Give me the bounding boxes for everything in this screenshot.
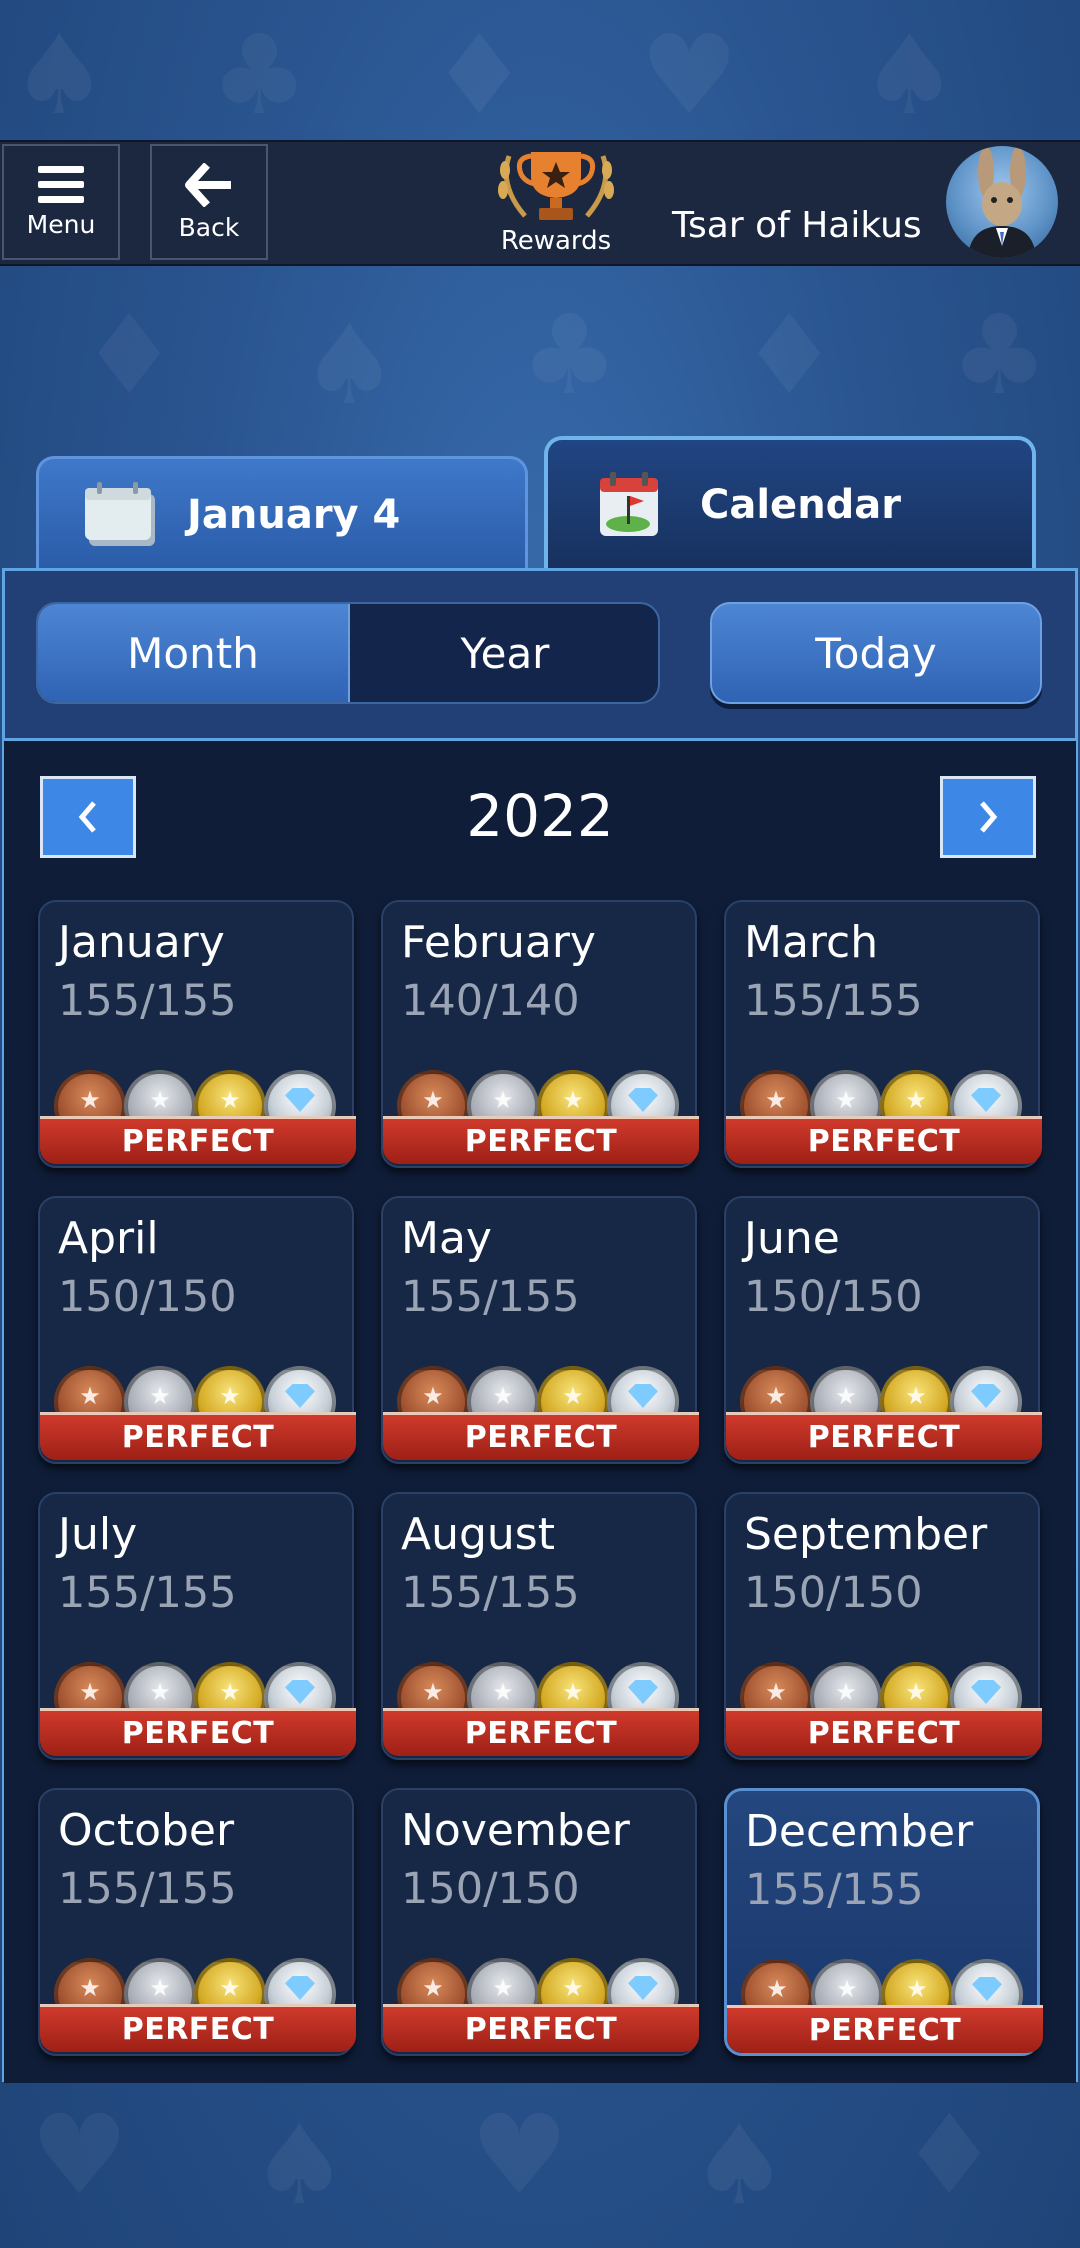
month-progress: 150/150	[744, 1568, 923, 1618]
rabbit-avatar-icon	[968, 146, 1036, 258]
perfect-ribbon: PERFECT	[383, 1708, 699, 1756]
menu-button[interactable]: Menu	[2, 144, 120, 260]
month-card-september[interactable]: September 150/150 ★ ★ ★ PERFECT	[724, 1492, 1042, 1760]
perfect-ribbon: PERFECT	[383, 2004, 699, 2052]
chevron-left-icon	[78, 801, 96, 833]
month-card-august[interactable]: August 155/155 ★ ★ ★ PERFECT	[381, 1492, 699, 1760]
month-name: April	[58, 1213, 159, 1264]
month-progress: 150/150	[58, 1272, 237, 1322]
back-button[interactable]: Back	[150, 144, 268, 260]
toggle-year[interactable]: Year	[350, 604, 658, 702]
username[interactable]: Tsar of Haikus	[672, 208, 922, 244]
rewards-button[interactable]: Rewards	[480, 146, 632, 262]
month-progress: 155/155	[58, 1568, 237, 1618]
calendar-golf-icon	[600, 472, 658, 536]
tab-date-label: January 4	[187, 491, 401, 538]
month-card-december[interactable]: December 155/155 ★ ★ ★ PERFECT	[724, 1788, 1043, 2056]
back-label: Back	[178, 212, 240, 242]
month-progress: 150/150	[744, 1272, 923, 1322]
perfect-ribbon: PERFECT	[726, 1708, 1042, 1756]
month-card-february[interactable]: February 140/140 ★ ★ ★ PERFECT	[381, 900, 699, 1168]
next-year-button[interactable]	[940, 776, 1036, 858]
month-card-january[interactable]: January 155/155 ★ ★ ★ PERFECT	[38, 900, 356, 1168]
tab-daily-challenge[interactable]: January 4	[36, 456, 528, 570]
month-name: August	[401, 1509, 555, 1560]
perfect-ribbon: PERFECT	[40, 1116, 356, 1164]
month-name: February	[401, 917, 596, 968]
month-name: September	[744, 1509, 988, 1560]
menu-label: Menu	[26, 209, 96, 239]
previous-year-button[interactable]	[40, 776, 136, 858]
hamburger-menu-icon	[38, 165, 84, 204]
perfect-ribbon: PERFECT	[40, 2004, 356, 2052]
today-button[interactable]: Today	[710, 602, 1042, 704]
avatar[interactable]	[946, 146, 1058, 258]
toggle-month[interactable]: Month	[38, 604, 350, 702]
perfect-ribbon: PERFECT	[726, 1412, 1042, 1460]
perfect-ribbon: PERFECT	[726, 1116, 1042, 1164]
month-card-october[interactable]: October 155/155 ★ ★ ★ PERFECT	[38, 1788, 356, 2056]
month-progress: 155/155	[401, 1272, 580, 1322]
month-progress: 155/155	[58, 976, 237, 1026]
month-progress: 150/150	[401, 1864, 580, 1914]
month-progress: 155/155	[58, 1864, 237, 1914]
perfect-ribbon: PERFECT	[40, 1412, 356, 1460]
top-bar: Menu Back Rewards Tsar of Haikus	[0, 140, 1080, 266]
perfect-ribbon: PERFECT	[40, 1708, 356, 1756]
month-card-may[interactable]: May 155/155 ★ ★ ★ PERFECT	[381, 1196, 699, 1464]
month-progress: 155/155	[745, 1865, 924, 1915]
month-card-june[interactable]: June 150/150 ★ ★ ★ PERFECT	[724, 1196, 1042, 1464]
month-card-march[interactable]: March 155/155 ★ ★ ★ PERFECT	[724, 900, 1042, 1168]
month-name: November	[401, 1805, 630, 1856]
month-name: December	[745, 1806, 974, 1857]
calendar-pad-icon	[85, 481, 155, 546]
trophy-icon	[498, 152, 614, 220]
year-title: 2022	[466, 782, 614, 850]
perfect-ribbon: PERFECT	[727, 2005, 1043, 2053]
month-name: January	[58, 917, 225, 968]
tab-calendar[interactable]: Calendar	[544, 436, 1036, 570]
month-name: July	[58, 1509, 138, 1560]
month-progress: 155/155	[401, 1568, 580, 1618]
month-name: May	[401, 1213, 492, 1264]
month-name: June	[744, 1213, 840, 1264]
perfect-ribbon: PERFECT	[383, 1412, 699, 1460]
view-toggle: Month Year	[36, 602, 660, 704]
month-card-july[interactable]: July 155/155 ★ ★ ★ PERFECT	[38, 1492, 356, 1760]
month-progress: 155/155	[744, 976, 923, 1026]
tab-calendar-label: Calendar	[700, 482, 902, 528]
month-name: October	[58, 1805, 235, 1856]
rewards-label: Rewards	[500, 226, 612, 256]
month-name: March	[744, 917, 879, 968]
month-progress: 140/140	[401, 976, 580, 1026]
chevron-right-icon	[980, 801, 998, 833]
month-card-april[interactable]: April 150/150 ★ ★ ★ PERFECT	[38, 1196, 356, 1464]
perfect-ribbon: PERFECT	[383, 1116, 699, 1164]
back-arrow-icon	[185, 162, 231, 207]
month-card-november[interactable]: November 150/150 ★ ★ ★ PERFECT	[381, 1788, 699, 2056]
